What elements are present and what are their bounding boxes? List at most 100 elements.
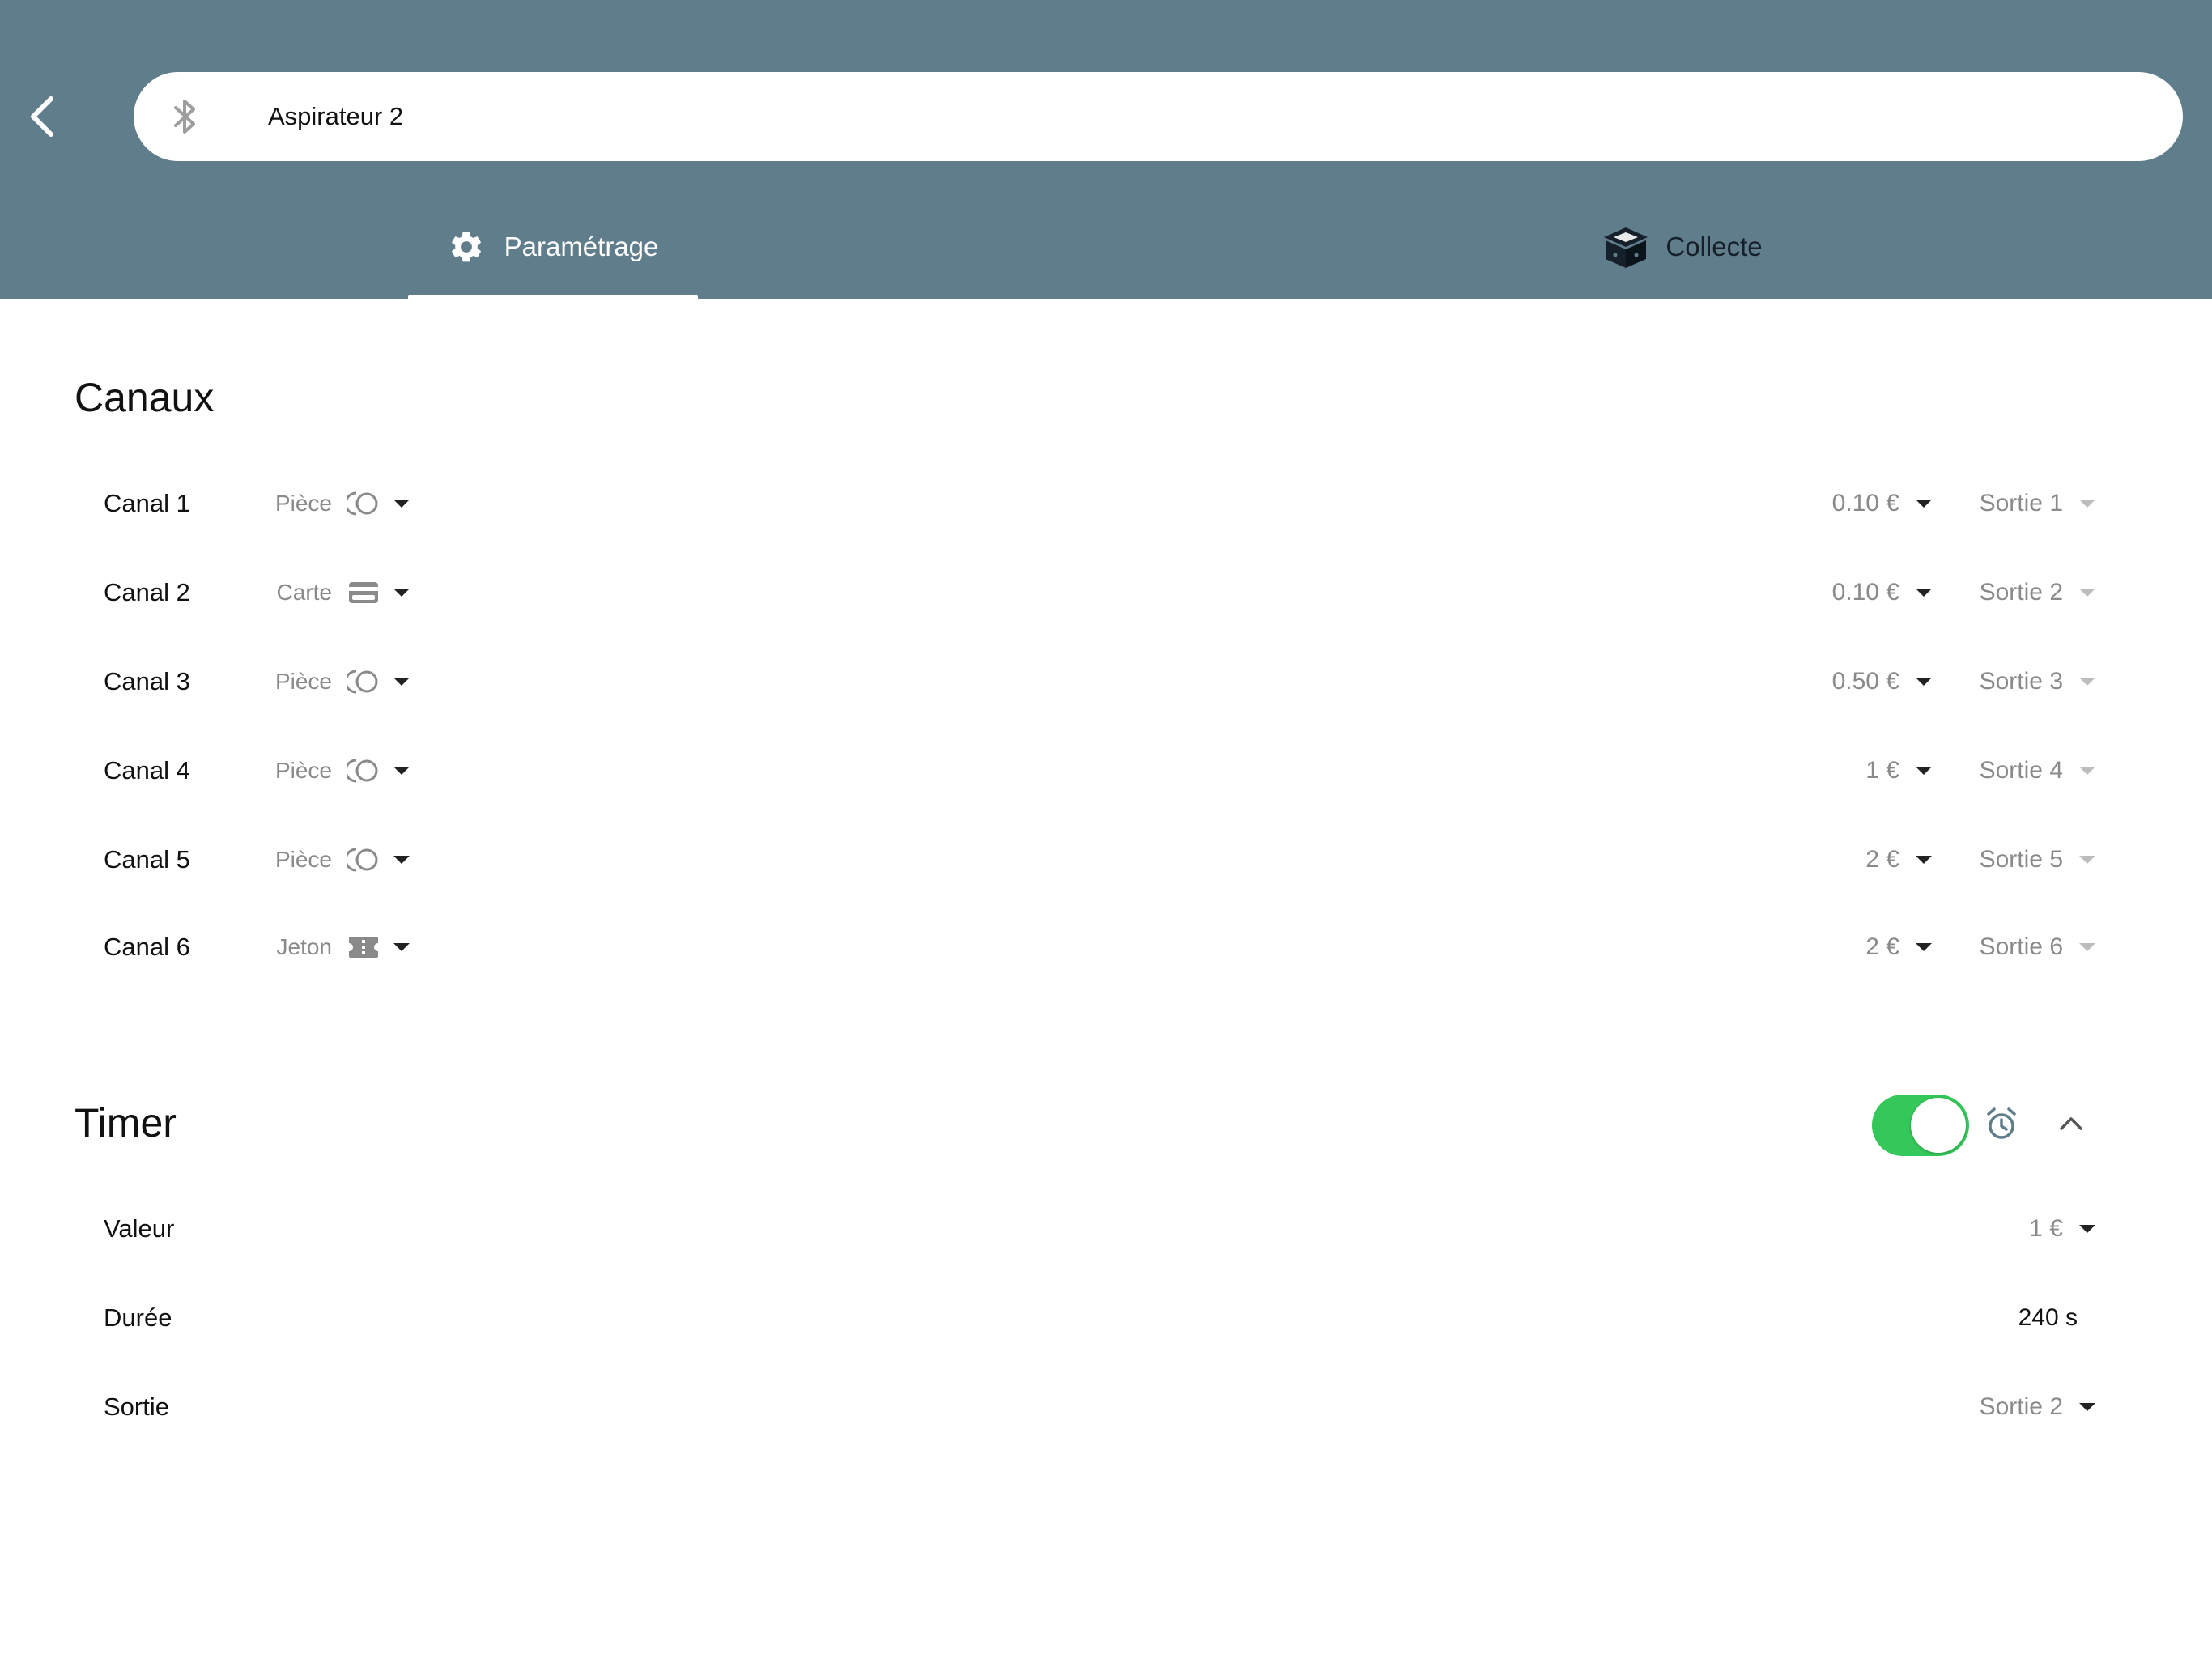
channel-type-label: Carte — [276, 580, 332, 605]
timer-output-label: Sortie — [104, 1392, 169, 1421]
tab-collecte-label: Collecte — [1665, 231, 1763, 261]
channel-type-label: Pièce — [274, 847, 332, 872]
token-icon — [347, 933, 381, 961]
alarm-clock-icon — [1987, 1107, 2016, 1139]
channel-amount-dropdown[interactable]: 1 € — [1765, 738, 1932, 803]
channel-output-dropdown[interactable]: Sortie 4 — [1943, 738, 2095, 803]
timer-output-dropdown[interactable]: Sortie 2 — [1980, 1375, 2095, 1439]
cash-box-icon — [1604, 227, 1648, 268]
channel-output-dropdown[interactable]: Sortie 6 — [1943, 915, 2095, 980]
channel-output: Sortie 2 — [1979, 579, 2063, 606]
channel-amount-dropdown[interactable]: 0.10 € — [1765, 471, 1932, 536]
coin-icon — [347, 490, 381, 517]
gear-icon — [451, 232, 481, 261]
timer-value-row: Valeur 1 € — [0, 1197, 2212, 1261]
channel-amount: 1 € — [1865, 757, 1899, 784]
back-button[interactable] — [18, 86, 66, 147]
timer-output-row: Sortie Sortie 2 — [0, 1375, 2212, 1439]
channel-amount: 0.10 € — [1831, 579, 1899, 606]
chevron-down-icon — [393, 767, 410, 775]
tab-parametrage-label: Paramétrage — [504, 231, 659, 261]
channel-amount-dropdown[interactable]: 2 € — [1765, 827, 1932, 892]
channel-output: Sortie 5 — [1979, 846, 2063, 873]
chevron-down-icon — [393, 500, 410, 508]
channel-amount-dropdown[interactable]: 0.10 € — [1765, 560, 1932, 625]
device-name: Aspirateur 2 — [268, 102, 404, 130]
coin-icon — [347, 846, 381, 874]
timer-output: Sortie 2 — [1979, 1393, 2063, 1420]
channel-type-dropdown[interactable]: Pièce — [202, 471, 410, 536]
coin-icon — [347, 757, 381, 784]
toggle-knob — [1911, 1098, 1966, 1153]
app-header: Aspirateur 2 Paramétrage Collecte — [0, 0, 2212, 299]
channel-type-label: Pièce — [274, 669, 332, 694]
chevron-down-icon — [393, 589, 410, 597]
channel-output: Sortie 6 — [1979, 933, 2063, 960]
channel-amount: 2 € — [1865, 933, 1899, 960]
chevron-down-icon — [393, 856, 410, 864]
chevron-down-icon — [1916, 678, 1932, 686]
channel-type-label: Jeton — [276, 934, 333, 959]
channels-title: Canaux — [74, 375, 215, 420]
coin-icon — [347, 668, 381, 695]
channel-amount-dropdown[interactable]: 0.50 € — [1765, 649, 1932, 714]
channel-type-dropdown[interactable]: Pièce — [202, 738, 410, 803]
chevron-down-icon — [1916, 500, 1932, 508]
chevron-down-icon — [1916, 856, 1932, 864]
channel-amount: 0.10 € — [1831, 490, 1899, 517]
tab-collecte[interactable]: Collecte — [1577, 194, 1788, 299]
chevron-down-icon — [1916, 767, 1932, 775]
channel-row: Canal 5 Pièce 2 € Sortie 5 — [0, 827, 2212, 892]
chevron-down-icon — [1916, 943, 1932, 951]
card-icon — [347, 579, 381, 606]
channel-row: Canal 3 Pièce 0.50 € Sortie 3 — [0, 649, 2212, 714]
channel-row: Canal 4 Pièce 1 € Sortie 4 — [0, 738, 2212, 803]
channel-amount-dropdown[interactable]: 2 € — [1765, 915, 1932, 980]
channel-output-dropdown[interactable]: Sortie 1 — [1943, 471, 2095, 536]
channel-output: Sortie 3 — [1979, 668, 2063, 695]
timer-duration-row: Durée 240 s — [0, 1286, 2212, 1350]
channel-name: Canal 3 — [104, 667, 190, 695]
channel-name: Canal 4 — [104, 756, 190, 784]
channel-output-dropdown[interactable]: Sortie 3 — [1943, 649, 2095, 714]
channel-row: Canal 1 Pièce 0.10 € Sortie 1 — [0, 471, 2212, 536]
channel-type-dropdown[interactable]: Pièce — [202, 649, 410, 714]
timer-duration-field[interactable]: 240 s — [2018, 1286, 2078, 1350]
channel-amount: 0.50 € — [1831, 668, 1899, 695]
timer-title: Timer — [74, 1100, 177, 1146]
chevron-down-icon — [393, 678, 410, 686]
chevron-down-icon — [393, 943, 410, 951]
channel-type-dropdown[interactable]: Carte — [202, 560, 410, 625]
channel-row: Canal 6 Jeton 2 € Sortie 6 — [0, 915, 2212, 980]
channel-output: Sortie 4 — [1979, 757, 2063, 784]
chevron-down-icon — [2079, 1225, 2095, 1233]
chevron-left-icon — [31, 96, 53, 137]
active-tab-indicator — [408, 295, 698, 299]
tab-parametrage[interactable]: Paramétrage — [408, 194, 698, 299]
chevron-up-icon[interactable] — [2053, 1106, 2089, 1141]
channel-type-dropdown[interactable]: Jeton — [202, 915, 410, 980]
device-name-bar[interactable]: Aspirateur 2 — [134, 72, 2183, 161]
bluetooth-icon — [174, 100, 195, 134]
channel-output-dropdown[interactable]: Sortie 2 — [1943, 560, 2095, 625]
channel-name: Canal 5 — [104, 845, 190, 874]
channel-type-dropdown[interactable]: Pièce — [202, 827, 410, 892]
channel-type-label: Pièce — [274, 491, 332, 516]
tab-bar: Paramétrage Collecte — [0, 194, 2212, 299]
timer-toggle[interactable] — [1872, 1095, 1969, 1156]
channel-name: Canal 2 — [104, 578, 190, 606]
chevron-down-icon — [1916, 589, 1932, 597]
channel-name: Canal 1 — [104, 489, 190, 517]
chevron-down-icon — [2079, 1403, 2095, 1411]
timer-value: 1 € — [2029, 1215, 2063, 1242]
timer-duration-label: Durée — [104, 1303, 172, 1332]
channel-output: Sortie 1 — [1979, 490, 2063, 517]
channel-amount: 2 € — [1865, 846, 1899, 873]
chevron-down-icon — [2079, 589, 2095, 597]
timer-value-dropdown[interactable]: 1 € — [2029, 1197, 2095, 1261]
channel-output-dropdown[interactable]: Sortie 5 — [1943, 827, 2095, 892]
timer-value-label: Valeur — [104, 1214, 175, 1243]
timer-duration: 240 s — [2018, 1304, 2078, 1331]
chevron-down-icon — [2079, 767, 2095, 775]
channel-type-label: Pièce — [274, 758, 332, 783]
